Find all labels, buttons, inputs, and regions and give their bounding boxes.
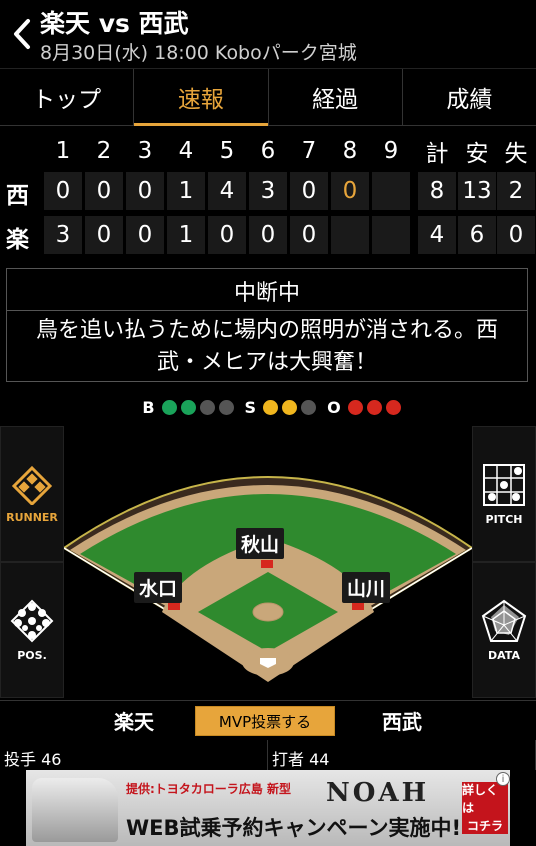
runner-third: 水口	[134, 572, 183, 603]
total-errors: 2	[497, 172, 535, 210]
total-header-errors: 失	[504, 141, 528, 167]
inning-score: 0	[208, 216, 246, 254]
tab-live[interactable]: 速報	[134, 69, 269, 126]
game-subtitle: 8月30日(水) 18:00 Koboパーク宮城	[40, 42, 357, 64]
tab-progress[interactable]: 経過	[269, 69, 403, 125]
inning-score-current: 0	[331, 172, 369, 210]
ball-dot-on	[161, 399, 177, 415]
ad-headline: WEB試乗予約キャンペーン実施中!	[126, 816, 462, 840]
pitcher-count: 投手 46	[0, 740, 268, 770]
inning-header: 7	[301, 138, 317, 164]
inning-header: 9	[383, 138, 399, 164]
game-status-box: 中断中 鳥を追い払うために場内の照明が消される。西武・メヒアは大興奮！	[6, 268, 528, 382]
scoreboard: 1 2 3 4 5 6 7 8 9 計 安 失 西 0 0 0 1 4 3 0 …	[0, 130, 536, 260]
tab-bar: トップ 速報 経過 成績	[0, 68, 536, 126]
header: 楽天 vs 西武 8月30日(水) 18:00 Koboパーク宮城	[0, 0, 536, 68]
mvp-vote-button[interactable]: MVP投票する	[195, 706, 335, 736]
inning-score: 0	[85, 216, 123, 254]
runner-label: RUNNER	[6, 510, 58, 524]
strike-dot-off	[301, 399, 317, 415]
radar-chart-icon	[481, 599, 527, 642]
total-hits: 6	[458, 216, 496, 254]
status-text: 鳥を追い払うために場内の照明が消される。西武・メヒアは大興奮！	[35, 318, 498, 375]
total-hits: 13	[458, 172, 496, 210]
tab-top[interactable]: トップ	[0, 69, 135, 125]
batter-count: 打者 44	[268, 740, 536, 770]
strike-dot-on	[263, 399, 279, 415]
runner-first: 山川	[342, 572, 391, 603]
inning-score: 3	[44, 216, 82, 254]
inning-header: 5	[219, 138, 235, 164]
field-area: 秋山 水口 山川 RUNNER POS. PITCH DATA	[0, 426, 536, 698]
game-title: 楽天 vs 西武	[40, 9, 189, 38]
inning-header: 8	[342, 138, 358, 164]
runner-button[interactable]: RUNNER	[0, 426, 64, 562]
ad-cta-line2: コチラ	[466, 819, 503, 833]
data-label: DATA	[488, 648, 520, 662]
inning-header: 1	[55, 138, 71, 164]
ad-sponsor: 提供:トヨタカローラ広島 新型	[126, 782, 291, 796]
out-label: O	[327, 397, 341, 417]
inning-score: 1	[167, 216, 205, 254]
inning-header: 2	[96, 138, 112, 164]
tab-stats[interactable]: 成績	[403, 69, 536, 125]
ad-product-logo: NOAH	[326, 778, 430, 808]
total-header-runs: 計	[425, 141, 449, 167]
total-runs: 4	[418, 216, 456, 254]
team-label-home: 楽	[6, 227, 29, 253]
ad-cta-line1: 詳しくは	[462, 783, 499, 815]
position-button[interactable]: POS.	[0, 562, 64, 698]
data-button[interactable]: DATA	[472, 562, 536, 698]
inning-score: 0	[126, 216, 164, 254]
runner-diamond-icon	[11, 465, 53, 505]
pitch-grid-icon	[483, 463, 525, 506]
inning-header: 4	[178, 138, 194, 164]
pitch-label: PITCH	[485, 512, 523, 526]
ad-banner[interactable]: 提供:トヨタカローラ広島 新型 NOAH WEB試乗予約キャンペーン実施中! 詳…	[26, 770, 510, 846]
inning-score	[331, 216, 369, 254]
ball-dot-on	[180, 399, 196, 415]
inning-header: 6	[260, 138, 276, 164]
inning-score: 0	[85, 172, 123, 210]
total-errors: 0	[497, 216, 535, 254]
total-runs: 8	[418, 172, 456, 210]
inning-score: 0	[290, 172, 328, 210]
inning-score: 0	[290, 216, 328, 254]
inning-score: 4	[208, 172, 246, 210]
position-icon	[10, 599, 54, 642]
out-dot-on	[366, 399, 382, 415]
ad-info-icon[interactable]: i	[496, 772, 510, 786]
ball-dot-off	[218, 399, 234, 415]
strike-label: S	[244, 397, 257, 417]
inning-score: 3	[249, 172, 287, 210]
ball-dot-off	[199, 399, 215, 415]
ball-count: B S O	[0, 396, 536, 418]
position-label: POS.	[17, 648, 47, 662]
ad-cta-button[interactable]: 詳しくは コチラ	[462, 782, 508, 834]
baseball-field	[64, 476, 472, 682]
inning-score: 1	[167, 172, 205, 210]
out-dot-on	[347, 399, 363, 415]
inning-score: 0	[249, 216, 287, 254]
back-arrow-icon[interactable]	[8, 16, 36, 52]
out-dot-on	[385, 399, 401, 415]
inning-score	[372, 172, 410, 210]
pitch-count-row: 投手 46 打者 44	[0, 740, 536, 770]
strike-dot-on	[282, 399, 298, 415]
inning-score: 0	[44, 172, 82, 210]
pitch-button[interactable]: PITCH	[472, 426, 536, 562]
team-label-away: 西	[6, 183, 29, 209]
inning-score	[372, 216, 410, 254]
status-title: 中断中	[7, 269, 527, 311]
total-header-hits: 安	[465, 141, 489, 167]
runner-second: 秋山	[236, 528, 285, 559]
inning-header: 3	[137, 138, 153, 164]
car-image	[32, 778, 118, 842]
ball-label: B	[142, 397, 155, 417]
inning-score: 0	[126, 172, 164, 210]
